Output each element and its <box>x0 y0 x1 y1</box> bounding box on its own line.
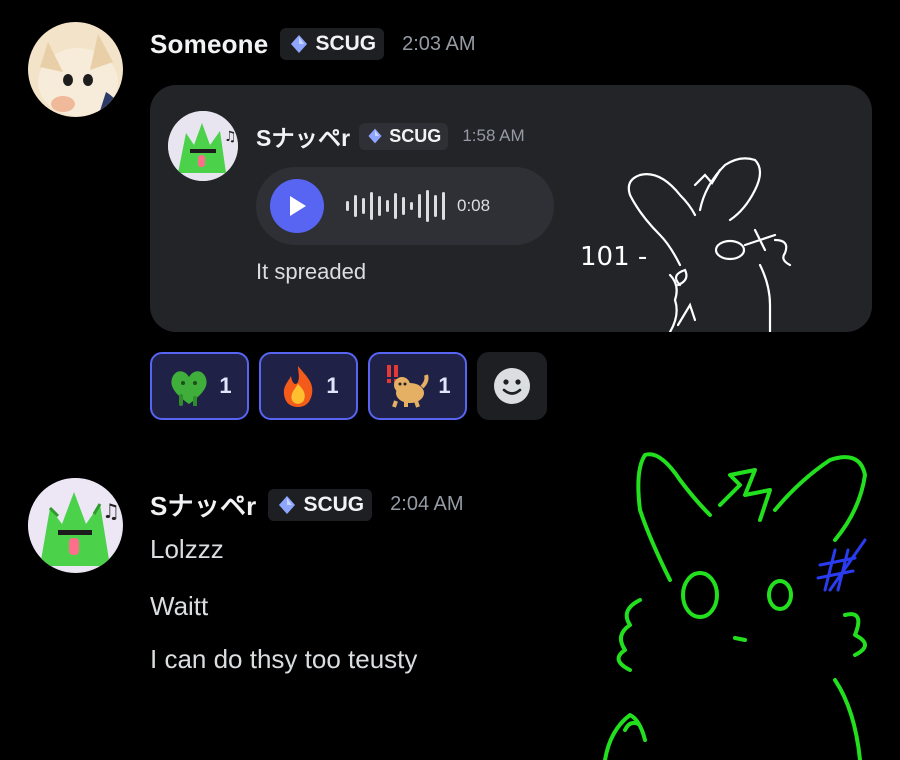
avatar-snapper[interactable]: ♫ <box>28 478 123 573</box>
white-doodle-drawing: 101 - <box>580 157 792 332</box>
green-doodle-drawing <box>603 452 867 760</box>
timestamp: 1:58 AM <box>462 126 525 145</box>
svg-text:♫: ♫ <box>224 129 237 145</box>
svg-text:♫: ♫ <box>102 499 120 523</box>
forwarded-header: Sナッペr SCUG 1:58 AM <box>256 119 525 153</box>
message-line: Lolzzz <box>150 534 224 564</box>
message-line: Waitt <box>150 591 209 621</box>
voice-message: 0:08 <box>256 167 554 245</box>
message-header-1: Someone SCUG 2:03 AM <box>150 28 476 60</box>
reaction-dog[interactable]: 1 <box>368 352 467 420</box>
username[interactable]: Someone <box>150 29 268 60</box>
reaction-fire[interactable]: 1 <box>259 352 358 420</box>
play-icon <box>290 196 306 216</box>
avatar-someone[interactable] <box>28 22 123 117</box>
avatar-forwarded[interactable]: ♫ <box>168 111 238 181</box>
message-header-2: Sナッペr SCUG 2:04 AM <box>150 486 464 523</box>
reaction-slime-heart[interactable]: 1 <box>150 352 249 420</box>
slime-heart-icon <box>171 371 207 406</box>
voice-duration: 0:08 <box>457 196 491 215</box>
doodle-label: 101 - <box>580 242 647 272</box>
fire-icon <box>284 366 313 407</box>
drop-icon <box>291 35 308 53</box>
play-button[interactable] <box>270 179 324 233</box>
dog-emoji-icon <box>387 365 429 408</box>
reactions-bar: 1 1 1 <box>150 352 547 420</box>
timestamp: 2:03 AM <box>402 32 476 55</box>
drop-icon <box>368 128 382 144</box>
guild-tag[interactable]: SCUG <box>268 488 373 521</box>
waveform[interactable] <box>346 186 445 226</box>
timestamp: 2:04 AM <box>390 493 464 515</box>
forwarded-text: It spreaded <box>256 259 367 284</box>
forwarded-message-card[interactable]: ♫ Sナッペr SCUG 1:58 AM 0:08 It spreaded 10… <box>150 85 872 332</box>
drop-icon <box>279 495 296 514</box>
guild-tag[interactable]: SCUG <box>280 28 385 60</box>
guild-tag[interactable]: SCUG <box>359 122 449 150</box>
smiley-icon <box>494 368 530 404</box>
username[interactable]: Sナッペr <box>256 119 350 153</box>
username[interactable]: Sナッペr <box>150 486 256 523</box>
add-reaction-button[interactable] <box>477 352 547 420</box>
message-line: I can do thsy too teusty <box>150 644 418 674</box>
